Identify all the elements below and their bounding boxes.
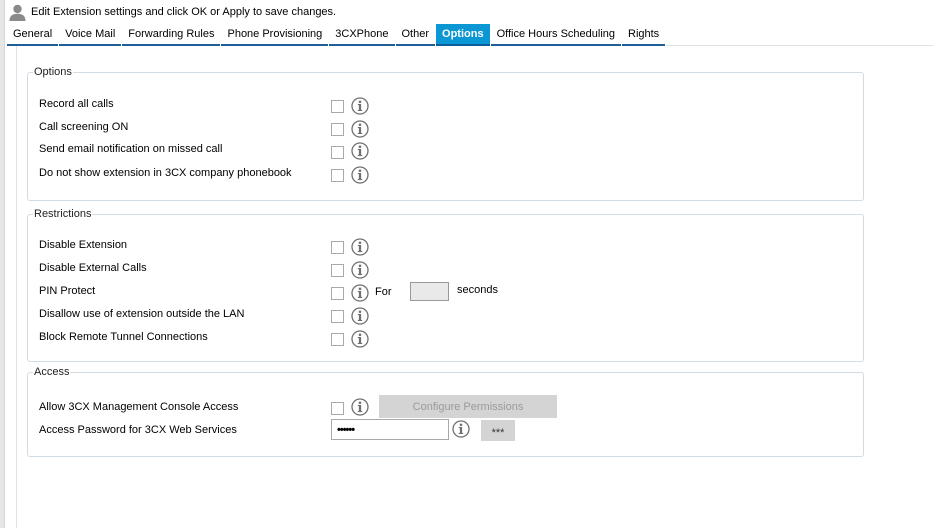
pin-protect-row: PIN Protect (39, 282, 95, 300)
disallow-outside-lan-row: Disallow use of extension outside the LA… (39, 305, 244, 323)
page-header: Edit Extension settings and click OK or … (9, 4, 337, 21)
options-group: Options Record all calls Call screening … (27, 66, 864, 201)
call-screening-row: Call screening ON (39, 118, 128, 136)
user-icon (9, 4, 26, 21)
hide-from-phonebook-row: Do not show extension in 3CX company pho… (39, 164, 292, 182)
pin-protect-checkbox[interactable] (331, 287, 344, 300)
info-icon[interactable] (351, 238, 369, 256)
hide-from-phonebook-checkbox[interactable] (331, 169, 344, 182)
call-screening-checkbox[interactable] (331, 123, 344, 136)
tab-voice-mail[interactable]: Voice Mail (59, 24, 122, 46)
tab-bar-divider (666, 45, 933, 46)
disable-extension-label: Disable Extension (39, 239, 128, 251)
pin-seconds-input[interactable] (410, 282, 449, 301)
tab-label: 3CXPhone (335, 28, 389, 40)
tab-other[interactable]: Other (395, 24, 436, 46)
disable-external-calls-row: Disable External Calls (39, 259, 147, 277)
tab-label: Forwarding Rules (128, 28, 215, 40)
hide-from-phonebook-label: Do not show extension in 3CX company pho… (39, 167, 292, 179)
content-left-border (16, 46, 17, 528)
record-all-calls-label: Record all calls (39, 98, 114, 110)
call-screening-label: Call screening ON (39, 121, 129, 133)
tab-label: General (13, 28, 53, 40)
disable-external-calls-checkbox[interactable] (331, 264, 344, 277)
tab-rights[interactable]: Rights (622, 24, 666, 46)
info-icon[interactable] (351, 166, 369, 184)
configure-permissions-button[interactable]: Configure Permissions (379, 395, 557, 418)
tab-label: Options (442, 28, 484, 40)
generate-password-button[interactable]: *** (481, 420, 515, 441)
tab-label: Other (401, 28, 430, 40)
info-icon[interactable] (351, 261, 369, 279)
disable-extension-row: Disable Extension (39, 236, 127, 254)
tab-label: Phone Provisioning (227, 28, 323, 40)
info-icon[interactable] (452, 420, 470, 438)
window-left-edge (0, 0, 5, 528)
block-tunnel-row: Block Remote Tunnel Connections (39, 328, 208, 346)
record-all-calls-checkbox[interactable] (331, 100, 344, 113)
tab-options[interactable]: Options (436, 24, 490, 46)
console-access-checkbox[interactable] (331, 402, 344, 415)
disallow-outside-lan-label: Disallow use of extension outside the LA… (39, 308, 245, 320)
restrictions-legend: Restrictions (33, 208, 93, 220)
tab-forwarding-rules[interactable]: Forwarding Rules (122, 24, 221, 46)
tab-phone-provisioning[interactable]: Phone Provisioning (221, 24, 329, 46)
console-access-row: Allow 3CX Management Console Access (39, 398, 238, 416)
tab-general[interactable]: General (7, 24, 59, 46)
block-tunnel-label: Block Remote Tunnel Connections (39, 331, 208, 343)
disallow-outside-lan-checkbox[interactable] (331, 310, 344, 323)
info-icon[interactable] (351, 142, 369, 160)
info-icon[interactable] (351, 398, 369, 416)
record-all-calls-row: Record all calls (39, 95, 114, 113)
info-icon[interactable] (351, 120, 369, 138)
options-legend: Options (33, 66, 73, 78)
web-password-row: Access Password for 3CX Web Services (39, 421, 237, 439)
pin-for-label: For (375, 286, 392, 298)
console-access-label: Allow 3CX Management Console Access (39, 401, 239, 413)
restrictions-group: Restrictions Disable Extension Disable E… (27, 208, 864, 362)
access-group: Access Allow 3CX Management Console Acce… (27, 366, 864, 457)
tab-label: Office Hours Scheduling (496, 28, 615, 40)
page-instructions: Edit Extension settings and click OK or … (31, 6, 337, 18)
tab-bar: General Voice Mail Forwarding Rules Phon… (7, 24, 666, 46)
missed-call-email-row: Send email notification on missed call (39, 140, 222, 158)
pin-protect-label: PIN Protect (39, 285, 96, 297)
missed-call-email-label: Send email notification on missed call (39, 143, 223, 155)
web-password-input[interactable]: •••••• (331, 419, 449, 440)
tab-3cxphone[interactable]: 3CXPhone (329, 24, 395, 46)
tab-label: Rights (628, 28, 660, 40)
disable-extension-checkbox[interactable] (331, 241, 344, 254)
tab-label: Voice Mail (65, 28, 116, 40)
tab-office-hours-scheduling[interactable]: Office Hours Scheduling (490, 24, 621, 46)
info-icon[interactable] (351, 330, 369, 348)
disable-external-calls-label: Disable External Calls (39, 262, 147, 274)
info-icon[interactable] (351, 284, 369, 302)
pin-seconds-label: seconds (457, 284, 498, 296)
access-legend: Access (33, 366, 71, 378)
missed-call-email-checkbox[interactable] (331, 146, 344, 159)
info-icon[interactable] (351, 307, 369, 325)
block-tunnel-checkbox[interactable] (331, 333, 344, 346)
web-password-label: Access Password for 3CX Web Services (39, 424, 237, 436)
info-icon[interactable] (351, 97, 369, 115)
